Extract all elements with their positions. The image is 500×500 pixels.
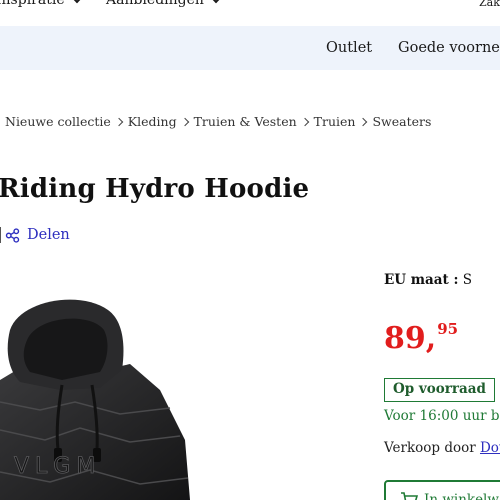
breadcrumb-item[interactable]: Nieuwe collectie [5,114,111,129]
share-row: Delen [0,227,70,243]
chevron-right-icon [359,117,368,126]
secondary-navigation: Outlet Goede voorneme [0,26,500,70]
subnav-link-goede-voornemens[interactable]: Goede voorneme [398,40,500,56]
nav-item-zak[interactable]: Zak [479,0,500,9]
breadcrumb-item[interactable]: Sweaters [372,114,431,129]
chevron-down-icon [211,0,221,4]
hoodie-image: VLGM [0,299,190,500]
nav-item-label: Zak [479,0,500,9]
add-to-cart-button[interactable]: In winkelw [384,480,500,500]
nav-item-aanbiedingen[interactable]: Aanbiedingen [106,0,221,8]
price-whole: 89, [384,321,437,356]
share-button[interactable]: Delen [5,227,70,243]
seller-prefix: Verkoop door [384,440,476,456]
chevron-down-icon [72,0,81,4]
nav-item-inspiratie[interactable]: Inspiratie [0,0,81,8]
size-value: S [462,272,473,288]
seller-info: Verkoop door Dow [384,440,500,456]
breadcrumb-item[interactable]: Truien & Vesten [194,114,297,129]
cart-icon [401,492,418,500]
breadcrumb: Nieuwe collectie Kleding Truien & Vesten… [5,114,431,129]
stock-status-badge: Op voorraad [384,378,495,402]
chevron-right-icon [180,117,189,126]
product-title: Riding Hydro Hoodie [0,174,310,204]
breadcrumb-item[interactable]: Kleding [128,114,177,129]
subnav-link-outlet[interactable]: Outlet [326,40,372,56]
price-cents: 95 [437,320,459,338]
share-icon [5,227,20,243]
top-navigation: Inspiratie Aanbiedingen Zak [0,0,500,26]
price: 89,95 [384,320,458,356]
chevron-right-icon [114,117,124,126]
nav-item-label: Inspiratie [0,0,65,8]
breadcrumb-item[interactable]: Truien [314,114,356,129]
nav-item-label: Aanbiedingen [106,0,204,8]
chevron-right-icon [300,117,309,126]
seller-link[interactable]: Dow [480,440,500,456]
size-selection[interactable]: EU maat : S [384,272,472,288]
product-image[interactable]: VLGM [0,290,190,500]
add-to-cart-label: In winkelw [424,492,499,500]
size-label: EU maat : [384,272,459,288]
share-label: Delen [27,227,70,243]
delivery-text: Voor 16:00 uur bes [384,408,500,424]
hoodie-print-text: VLGM [14,454,101,479]
divider [0,227,1,243]
